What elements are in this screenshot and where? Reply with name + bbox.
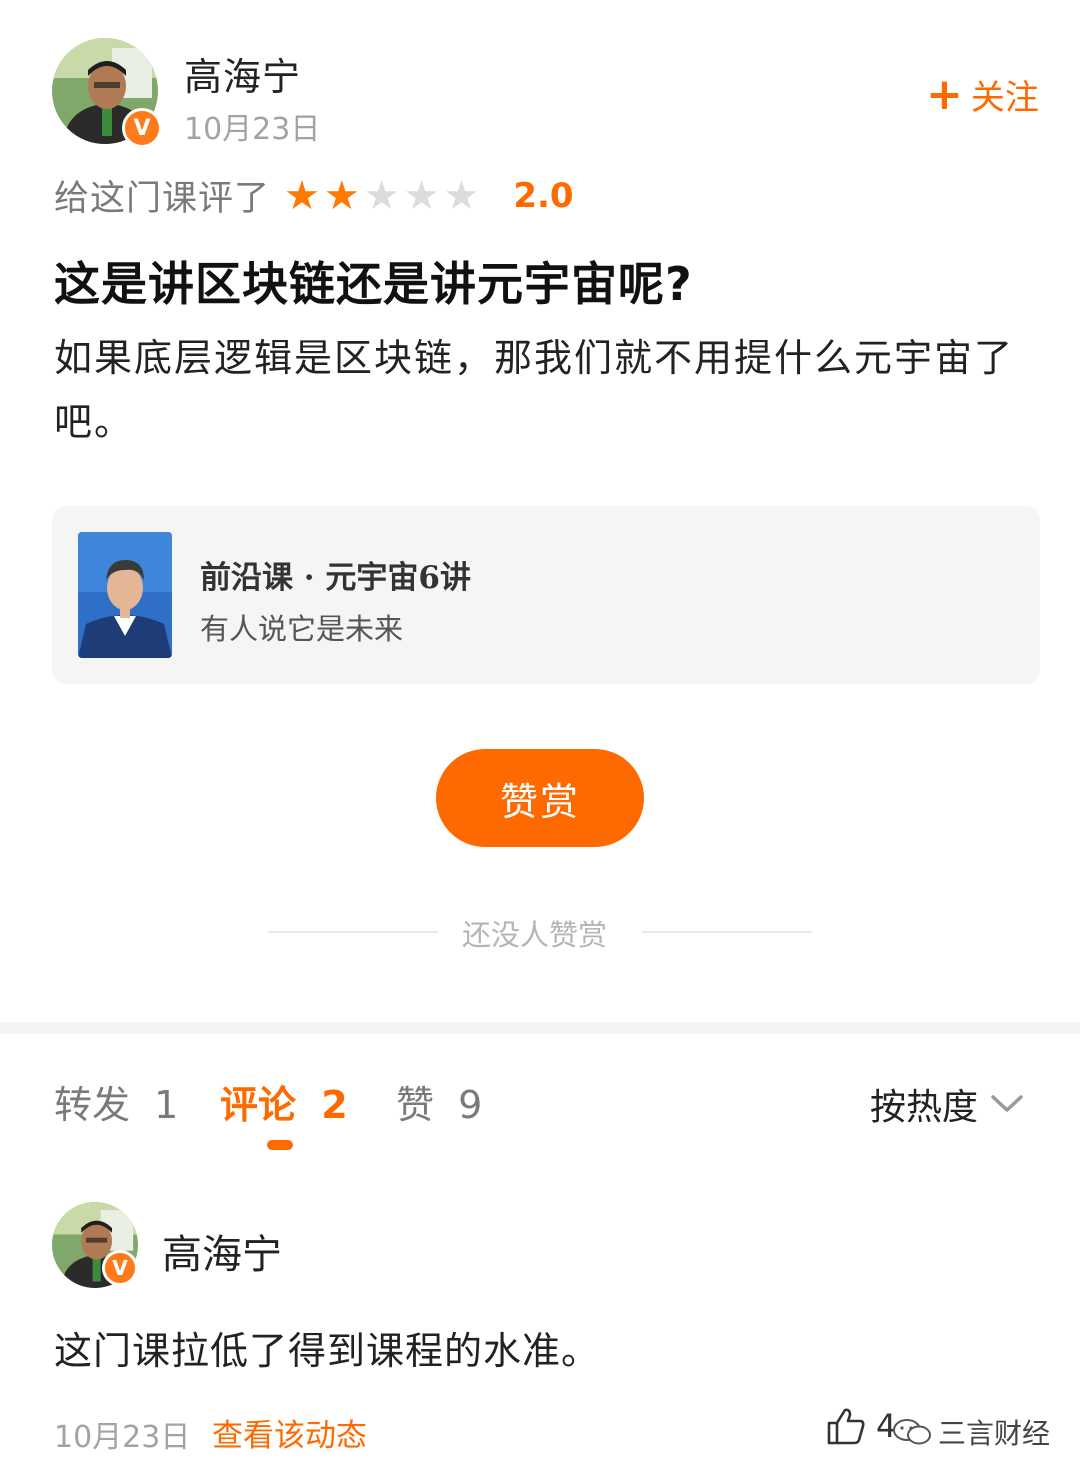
tab-forward-label: 转发 <box>54 1083 131 1127</box>
course-subtitle: 有人说它是未来 <box>200 612 404 646</box>
no-reward-text: 还没人赞赏 <box>462 918 608 952</box>
rating-label: 给这门课评了 <box>54 179 271 219</box>
tab-likes-label: 赞 <box>396 1083 435 1127</box>
post-body: 如果底层逻辑是区块链，那我们就不用提什么元宇宙了吧。 <box>54 336 1015 444</box>
comment-author-name[interactable]: 高海宁 <box>162 1222 282 1280</box>
reward-button[interactable]: 赞赏 <box>436 749 644 847</box>
verified-badge-icon: V <box>102 1250 138 1286</box>
rating-row: 给这门课评了 ★ ★ ★ ★ ★ 2.0 <box>54 170 574 221</box>
tab-likes-count: 9 <box>458 1083 483 1127</box>
star-filled-icon: ★ <box>323 172 360 219</box>
divider-line-left <box>268 931 438 933</box>
tab-comments-count: 2 <box>321 1083 348 1127</box>
active-tab-indicator <box>267 1140 293 1150</box>
chevron-down-icon <box>991 1095 1023 1112</box>
view-post-link[interactable]: 查看该动态 <box>212 1410 367 1455</box>
comment-author-avatar[interactable]: V <box>52 1202 138 1288</box>
author-name[interactable]: 高海宁 <box>184 46 301 101</box>
star-filled-icon: ★ <box>284 172 320 219</box>
wechat-icon <box>893 1419 931 1445</box>
rating-stars: ★ ★ ★ ★ ★ <box>284 176 479 216</box>
post-date: 10月23日 <box>184 112 321 147</box>
tab-forward-count: 1 <box>154 1083 179 1127</box>
sort-label: 按热度 <box>870 1087 979 1128</box>
course-cover-image <box>78 532 172 658</box>
verified-badge-icon: V <box>122 108 162 148</box>
comment-date: 10月23日 <box>54 1420 191 1455</box>
sort-dropdown[interactable]: 按热度 <box>870 1078 1024 1130</box>
section-divider <box>0 1022 1080 1034</box>
tab-comments[interactable]: 评论 2 <box>220 1074 348 1129</box>
star-empty-icon: ★ <box>443 172 480 219</box>
star-empty-icon: ★ <box>363 172 400 219</box>
comment-text: 这门课拉低了得到课程的水准。 <box>54 1329 601 1373</box>
watermark-text: 三言财经 <box>938 1417 1051 1450</box>
plus-icon: + <box>926 68 963 120</box>
watermark: 三言财经 <box>892 1412 1050 1452</box>
tab-forward[interactable]: 转发 1 <box>54 1074 178 1129</box>
course-title: 前沿课 · 元宇宙6讲 <box>200 560 471 596</box>
like-button[interactable]: 4 <box>826 1406 896 1446</box>
course-card[interactable]: 前沿课 · 元宇宙6讲 有人说它是未来 <box>52 506 1040 684</box>
tab-likes[interactable]: 赞 9 <box>396 1074 482 1129</box>
follow-label: 关注 <box>970 78 1039 118</box>
divider-line-right <box>642 931 812 933</box>
post-title: 这是讲区块链还是讲元宇宙呢? <box>54 257 693 311</box>
thumbs-up-icon <box>827 1408 865 1445</box>
follow-button[interactable]: + 关注 <box>926 70 1039 119</box>
author-avatar[interactable]: V <box>52 38 162 148</box>
rating-score: 2.0 <box>513 175 574 216</box>
tab-comments-label: 评论 <box>220 1083 297 1127</box>
star-empty-icon: ★ <box>403 172 440 219</box>
